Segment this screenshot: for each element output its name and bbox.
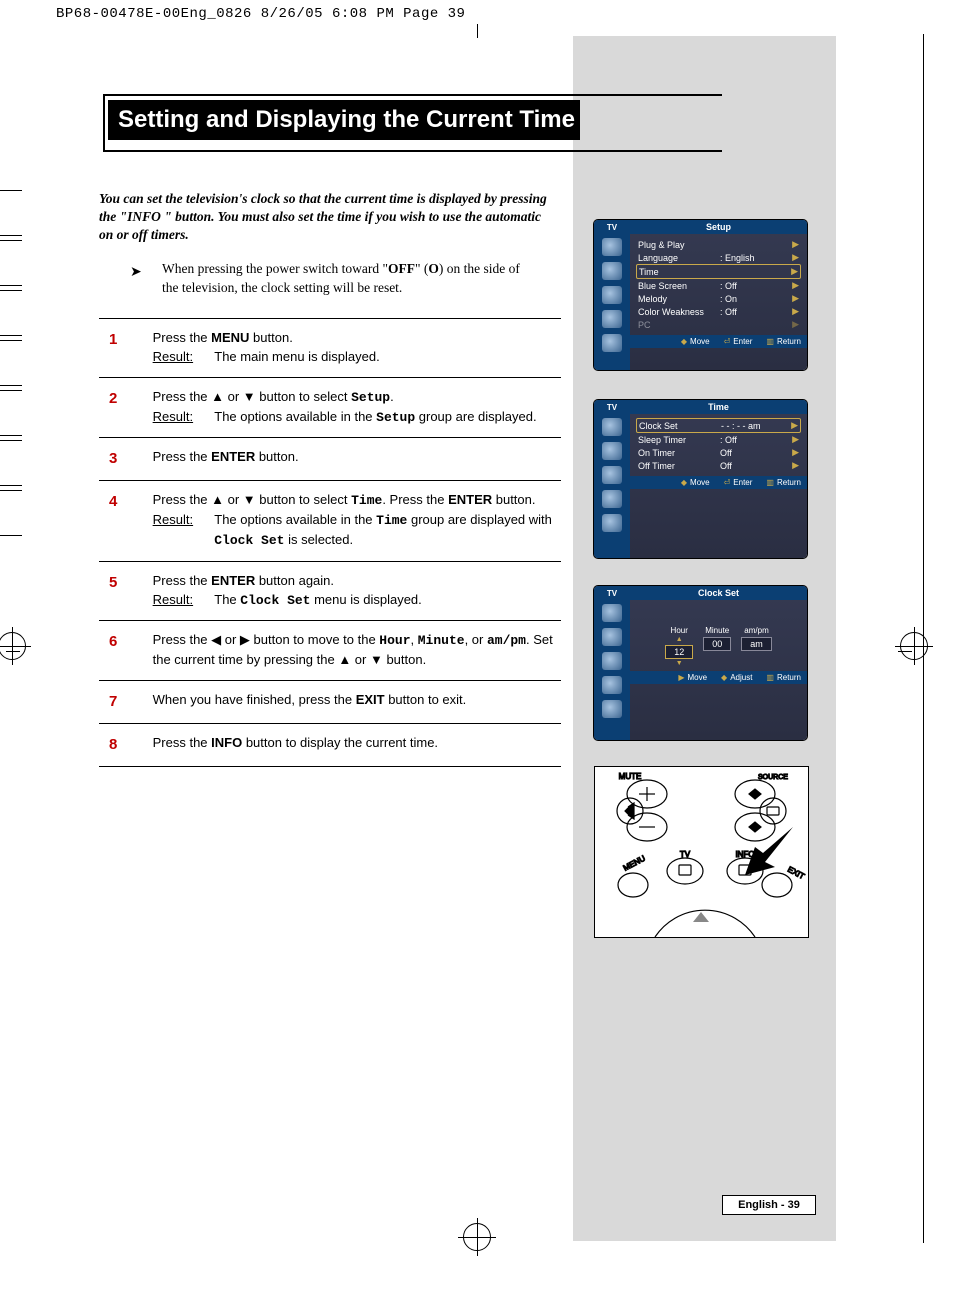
result-label: Result:: [153, 348, 211, 367]
osd-title: Time: [630, 400, 807, 414]
osd-time: TV Time Clock Set- - : - - am▶Sleep Time…: [594, 400, 807, 558]
print-slug: BP68-00478E-00Eng_0826 8/26/05 6:08 PM P…: [56, 6, 465, 22]
osd-setup: TV Setup Plug & Play▶Language: English▶T…: [594, 220, 807, 370]
svg-text:SOURCE: SOURCE: [758, 774, 788, 781]
svg-text:TV: TV: [680, 850, 691, 859]
note-off: OFF: [388, 261, 415, 276]
registration-mark: [900, 632, 928, 660]
remote-illustration: MUTE SOURCE MENU TV INFO EXIT: [594, 766, 809, 938]
intro-paragraph: You can set the television's clock so th…: [99, 190, 549, 245]
page-title: Setting and Displaying the Current Time: [108, 100, 580, 140]
note-text: When pressing the power switch toward ": [162, 261, 388, 276]
crop-mark: [477, 24, 478, 38]
step: 7 When you have finished, press the EXIT…: [99, 680, 561, 723]
steps-list: 1 Press the MENU button. Result: The mai…: [99, 318, 561, 767]
step: 3 Press the ENTER button.: [99, 437, 561, 480]
osd-title: Setup: [630, 220, 807, 234]
step: 5 Press the ENTER button again. Result: …: [99, 561, 561, 621]
registration-mark: [463, 1223, 491, 1251]
note-text: " (: [415, 261, 428, 276]
thumb-tabs: [0, 190, 22, 540]
step: 4 Press the ▲ or ▼ button to select Time…: [99, 480, 561, 561]
osd-clockset: TV Clock Set Hour▲12▼Minute00am/pmam ▶Mo…: [594, 586, 807, 740]
step: 2 Press the ▲ or ▼ button to select Setu…: [99, 377, 561, 438]
step: 1 Press the MENU button. Result: The mai…: [99, 318, 561, 377]
note-paragraph: ➤ When pressing the power switch toward …: [132, 260, 539, 298]
note-o: O: [428, 261, 439, 276]
step: 8 Press the INFO button to display the c…: [99, 723, 561, 767]
svg-text:MENU: MENU: [622, 854, 647, 873]
osd-title: Clock Set: [630, 586, 807, 600]
registration-mark: [0, 632, 26, 660]
step: 6 Press the ◀ or ▶ button to move to the…: [99, 620, 561, 680]
svg-text:MUTE: MUTE: [619, 772, 642, 781]
page-number: English - 39: [722, 1195, 816, 1215]
note-arrow-icon: ➤: [130, 263, 142, 283]
step-number: 1: [99, 329, 149, 351]
